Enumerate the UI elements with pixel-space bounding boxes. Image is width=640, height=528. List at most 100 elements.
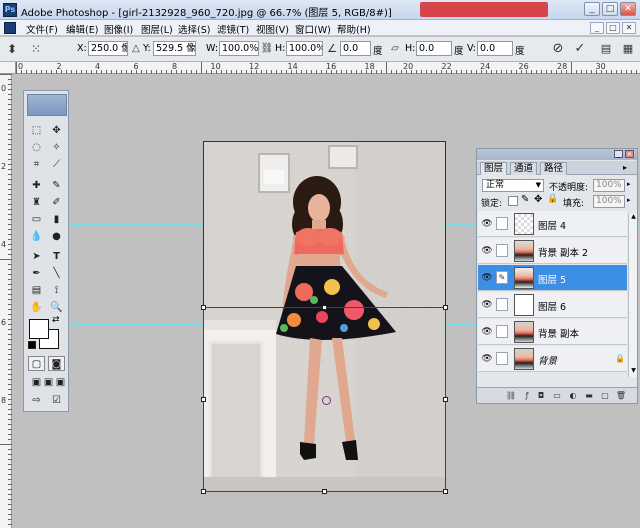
pen-tool-icon[interactable]: ✒ [28, 266, 45, 281]
menu-file[interactable]: 文件(F) [26, 22, 58, 36]
healing-brush-icon[interactable]: ✚ [28, 178, 45, 193]
crop-tool-icon[interactable]: ⌗ [28, 157, 45, 172]
new-layer-icon[interactable]: ▢ [599, 390, 611, 401]
layer-row[interactable]: 👁 图层 6 [478, 292, 627, 318]
eyedropper-icon[interactable]: ⟟ [48, 283, 65, 298]
fill-field[interactable]: 100% [593, 195, 625, 208]
tab-layers[interactable]: 图层 [480, 162, 508, 175]
horizontal-ruler[interactable]: 0 2 4 6 8 10 12 14 16 18 20 22 24 26 28 30 [16, 62, 640, 74]
menu-view[interactable]: 视图(V) [256, 22, 289, 36]
height-field[interactable]: 100.0% [286, 41, 323, 56]
lock-paint-icon[interactable]: ✎ [521, 194, 529, 205]
menu-help[interactable]: 帮助(H) [337, 22, 371, 36]
zoom-tool-icon[interactable]: 🔍 [48, 300, 65, 315]
panel-menu-icon[interactable]: ▸ [623, 163, 627, 172]
new-set-icon[interactable]: ▭ [551, 390, 563, 401]
panel-close-icon[interactable]: ✕ [625, 150, 634, 158]
commit-transform-icon[interactable]: ✓ [572, 41, 588, 57]
clone-stamp-icon[interactable]: ♜ [28, 195, 45, 210]
blur-tool-icon[interactable]: 💧 [28, 229, 45, 244]
menu-select[interactable]: 选择(S) [178, 22, 210, 36]
gradient-tool-icon[interactable]: ▮ [48, 212, 65, 227]
eye-icon[interactable]: 👁 [481, 218, 493, 230]
default-colors-icon[interactable] [28, 341, 36, 349]
y-position-field[interactable]: 529.5 像 [153, 41, 196, 56]
vertical-ruler[interactable]: 0 2 4 6 8 [0, 74, 12, 528]
eye-icon[interactable]: 👁 [481, 353, 493, 365]
layers-scrollbar[interactable]: ▲ ▼ [628, 213, 637, 377]
eye-icon[interactable]: 👁 [481, 299, 493, 311]
layer-row[interactable]: 👁 背景 副本 2 [478, 238, 627, 264]
cancel-transform-icon[interactable]: ⊘ [550, 41, 566, 57]
brush-indicator-icon[interactable]: ✎ [496, 271, 508, 284]
workspace-icon[interactable]: ▦ [620, 41, 636, 57]
path-select-icon[interactable]: ➤ [28, 249, 45, 264]
quickmask-mode-icon[interactable]: ◙ [48, 356, 65, 371]
swap-colors-icon[interactable]: ⇄ [52, 315, 60, 325]
jump-to-imageready-icon[interactable]: ⇨ [28, 393, 45, 408]
magic-wand-icon[interactable]: ✧ [48, 140, 65, 155]
screen-mode-3-icon[interactable]: ▣ [52, 375, 69, 390]
eye-icon[interactable]: 👁 [481, 272, 493, 284]
hskew-field[interactable]: 0.0 [416, 41, 452, 56]
link-box[interactable] [496, 325, 508, 338]
rotation-field[interactable]: 0.0 [340, 41, 371, 56]
reference-point-icon[interactable]: ⁙ [28, 41, 44, 57]
transform-handle-br[interactable] [443, 489, 448, 494]
link-icon[interactable]: ⛓ [259, 41, 275, 57]
eraser-tool-icon[interactable]: ▭ [28, 212, 45, 227]
transform-handle-right[interactable] [443, 397, 448, 402]
transform-handle-left[interactable] [201, 397, 206, 402]
layer-row[interactable]: 👁 图层 4 [478, 211, 627, 237]
menu-filter[interactable]: 滤镜(T) [217, 22, 249, 36]
transform-handle-bl[interactable] [201, 489, 206, 494]
opacity-arrow-icon[interactable]: ▸ [627, 180, 631, 188]
maximize-button[interactable]: □ [602, 2, 618, 16]
link-box[interactable] [496, 298, 508, 311]
hand-tool-icon[interactable]: ✋ [28, 300, 45, 315]
fill-arrow-icon[interactable]: ▸ [627, 196, 631, 204]
minimize-button[interactable]: _ [584, 2, 600, 16]
doc-close-button[interactable]: ✕ [622, 22, 636, 34]
opacity-field[interactable]: 100% [593, 179, 625, 192]
panel-titlebar[interactable] [477, 149, 637, 160]
tab-paths[interactable]: 路径 [540, 162, 568, 175]
edit-in-icon[interactable]: ☑ [48, 393, 65, 408]
transform-bounding-box[interactable] [203, 307, 446, 492]
vskew-field[interactable]: 0.0 [477, 41, 513, 56]
slice-tool-icon[interactable]: ⟋ [48, 157, 65, 172]
blend-mode-select[interactable]: 正常 ▼ [482, 179, 544, 192]
add-mask-icon[interactable]: ◘ [535, 390, 547, 401]
menu-edit[interactable]: 编辑(E) [66, 22, 98, 36]
transform-handle-tl[interactable] [201, 305, 206, 310]
close-button[interactable]: ✕ [620, 2, 636, 16]
panel-minimize-icon[interactable]: _ [614, 150, 623, 158]
transform-handle-bottom[interactable] [322, 489, 327, 494]
link-box[interactable] [496, 244, 508, 257]
palette-well-icon[interactable]: ▤ [598, 41, 614, 57]
menu-window[interactable]: 窗口(W) [295, 22, 331, 36]
lock-transparency-icon[interactable] [508, 196, 518, 206]
scroll-up-icon[interactable]: ▲ [630, 213, 637, 221]
transform-handle-top[interactable] [322, 305, 327, 310]
x-position-field[interactable]: 250.0 像 [88, 41, 128, 56]
link-box[interactable] [496, 352, 508, 365]
link-layers-icon[interactable]: ⛓ [505, 390, 517, 401]
layer-style-icon[interactable]: ƒ [521, 390, 533, 401]
marquee-tool-icon[interactable]: ⬚ [28, 123, 45, 138]
link-box[interactable] [496, 217, 508, 230]
trash-icon[interactable]: 🗑 [615, 390, 627, 401]
layer-row[interactable]: 👁 背景 🔒 [478, 346, 627, 372]
brush-tool-icon[interactable]: ✎ [48, 178, 65, 193]
eye-icon[interactable]: 👁 [481, 245, 493, 257]
tab-channels[interactable]: 通道 [510, 162, 538, 175]
scroll-down-icon[interactable]: ▼ [630, 367, 637, 375]
history-brush-icon[interactable]: ✐ [48, 195, 65, 210]
delta-icon[interactable]: △ [128, 41, 144, 57]
move-tool-button[interactable]: ✥ [48, 123, 65, 138]
lock-all-icon[interactable]: 🔒 [547, 194, 558, 204]
new-group-icon[interactable]: ▬ [583, 390, 595, 401]
standard-mode-icon[interactable]: ▢ [28, 356, 45, 371]
doc-maximize-button[interactable]: □ [606, 22, 620, 34]
foreground-color-swatch[interactable] [29, 319, 49, 339]
